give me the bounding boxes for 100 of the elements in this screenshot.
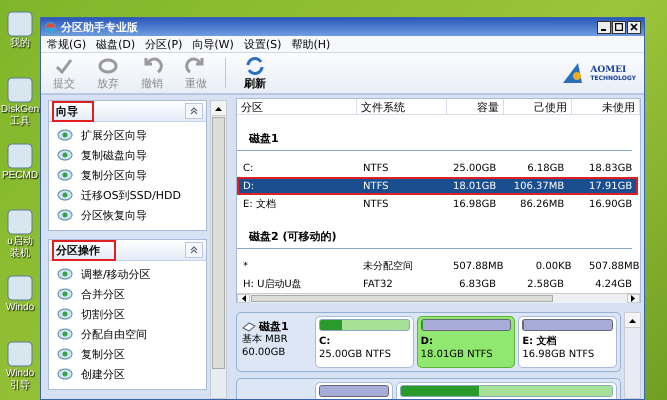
panel-item[interactable]: 合并分区: [81, 286, 125, 302]
table-cell-text: 16.90GB: [588, 198, 634, 210]
disk-icon: [57, 268, 73, 280]
disk-icon: [57, 368, 73, 380]
scroll-left-icon: [241, 295, 246, 302]
partition-block[interactable]: E: 文档 16.98GB NTFS: [518, 316, 618, 368]
panel-item[interactable]: 切割分区: [81, 306, 125, 322]
disk-icon: [57, 348, 73, 360]
table-cell-text: 0.00KB: [534, 260, 572, 272]
double-chevron-icon: [190, 246, 198, 254]
disk-icon: [57, 288, 73, 300]
menu-item[interactable]: 分区(P): [145, 36, 182, 52]
horizontal-scrollbar[interactable]: [237, 293, 640, 303]
desktop-shortcut-icon[interactable]: [6, 76, 34, 104]
table-cell-text: 18.83GB: [588, 162, 634, 174]
partition-name: D:: [420, 336, 434, 348]
menu-item[interactable]: 向导(W): [192, 36, 234, 52]
desktop-shortcut-icon[interactable]: [6, 10, 34, 38]
table-cell-text: *: [242, 260, 249, 272]
collapse-button[interactable]: [185, 242, 203, 258]
partition-row[interactable]: D: NTFS 18.01GB 106.37MB 17.91GB: [237, 177, 638, 195]
disk-icon: [57, 169, 73, 181]
table-cell-text: 507.88MB: [452, 260, 504, 272]
close-icon: [630, 23, 638, 31]
panel-item[interactable]: 分区恢复向导: [81, 208, 147, 222]
panel-title: 向导: [52, 100, 94, 122]
menu-item[interactable]: 常规(G): [47, 36, 86, 52]
table-cell-text: NTFS: [362, 162, 390, 174]
panel-item[interactable]: 分配自由空间: [81, 326, 147, 342]
disk-icon: [57, 209, 73, 221]
table-cell-text: 507.88MB: [588, 260, 640, 272]
table-cell-text: 4.24GB: [594, 278, 633, 290]
panel-item[interactable]: 扩展分区向导: [81, 128, 147, 142]
partition-row[interactable]: H: U启动U盘 FAT32 6.83GB 2.58GB 4.24GB: [237, 275, 638, 293]
table-cell-text: D:: [242, 180, 256, 192]
disk-icon: [57, 129, 73, 141]
desktop-shortcut-icon[interactable]: [6, 142, 34, 170]
column-header[interactable]: 分区: [237, 99, 357, 114]
column-header[interactable]: 文件系统: [357, 99, 447, 114]
panel-title: 分区操作: [52, 240, 116, 260]
desktop-shortcut-icon[interactable]: [6, 340, 34, 368]
maximize-icon: [615, 23, 623, 31]
app-icon: [44, 20, 57, 34]
column-header[interactable]: 容量: [447, 99, 504, 114]
scroll-up-icon: [629, 318, 636, 322]
vertical-scrollbar[interactable]: [210, 100, 227, 399]
panel-item[interactable]: 迁移OS到SSD/HDD: [81, 188, 181, 202]
table-cell-text: 25.00GB: [452, 162, 498, 174]
vertical-scrollbar[interactable]: [624, 312, 641, 399]
desktop-shortcut-icon[interactable]: [6, 274, 34, 302]
panel-item[interactable]: 复制分区: [81, 346, 125, 362]
disk-name: 磁盘1: [259, 320, 289, 333]
partition-row[interactable]: * 未分配空间 507.88MB 0.00KB 507.88MB: [237, 257, 638, 275]
menu-item[interactable]: 磁盘(D): [96, 36, 136, 52]
partition-block[interactable]: C: 25.00GB NTFS: [315, 316, 414, 368]
minimize-button[interactable]: [597, 20, 611, 34]
table-cell-text: 106.37MB: [512, 180, 566, 192]
partition-block[interactable]: D: 18.01GB NTFS: [416, 316, 516, 368]
partition-name: C:: [319, 336, 332, 348]
partition-name: E: 文档: [522, 336, 558, 348]
usage-bar: [319, 385, 389, 397]
menu-item[interactable]: 设置(S): [244, 36, 282, 52]
double-chevron-icon: [190, 107, 198, 115]
scroll-up-icon: [215, 106, 222, 110]
menu-item[interactable]: 帮助(H): [291, 36, 330, 52]
toolbar-button[interactable]: 刷新: [240, 55, 270, 91]
panel-item[interactable]: 调整/移动分区: [81, 266, 151, 282]
close-button[interactable]: [627, 20, 641, 34]
table-cell-text: 18.01GB: [452, 180, 498, 192]
partition-row[interactable]: E: 文档 NTFS 16.98GB 86.26MB 16.90GB: [237, 195, 638, 213]
disk-icon: [57, 189, 73, 201]
disk-icon: [57, 308, 73, 320]
disk-icon: [57, 149, 73, 161]
collapse-button[interactable]: [185, 103, 203, 119]
disk-group-label: 磁盘2 (可移动的): [237, 213, 632, 249]
table-cell-text: 6.18GB: [526, 162, 566, 174]
table-cell-text: E: 文档: [242, 198, 277, 211]
column-header[interactable]: 未使用: [572, 99, 640, 114]
partition-info: 18.01GB NTFS: [420, 349, 494, 361]
table-cell-text: 未分配空间: [362, 260, 414, 273]
maximize-button[interactable]: [612, 20, 626, 34]
disk-icon: [57, 328, 73, 340]
window-title: 分区助手专业版: [61, 20, 138, 34]
column-header[interactable]: 己使用: [504, 99, 572, 114]
partition-info: 25.00GB NTFS: [319, 349, 392, 361]
panel-item[interactable]: 复制磁盘向导: [81, 148, 147, 162]
table-cell-text: 17.91GB: [588, 180, 634, 192]
desktop-shortcut-icon[interactable]: [6, 208, 34, 236]
disk-group-label: 磁盘1: [237, 115, 632, 151]
panel-item[interactable]: 复制分区向导: [81, 168, 147, 182]
partition-row[interactable]: C: NTFS 25.00GB 6.18GB 18.83GB: [237, 159, 638, 177]
scroll-right-icon: [631, 295, 636, 302]
table-cell-text: NTFS: [362, 180, 390, 192]
table-cell-text: FAT32: [362, 278, 394, 290]
panel-item[interactable]: 创建分区: [81, 366, 125, 382]
partition-info: 16.98GB NTFS: [522, 349, 596, 361]
disk-size: 60.00GB: [242, 346, 286, 359]
disk-type: 基本 MBR: [242, 333, 289, 346]
table-cell-text: 16.98GB: [452, 198, 498, 210]
refresh-icon: [244, 55, 266, 75]
